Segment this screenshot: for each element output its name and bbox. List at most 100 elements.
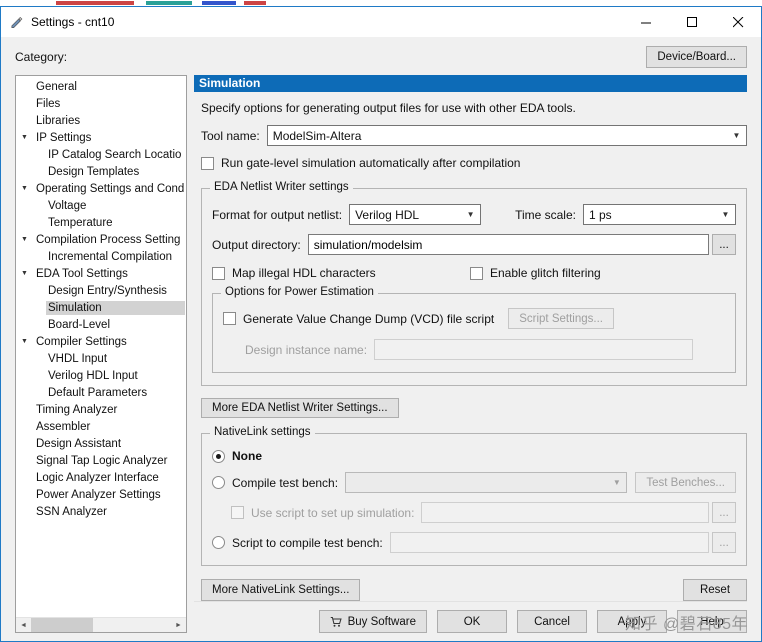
tree-expand-icon[interactable]: ▼ <box>21 270 34 277</box>
sidebar-item-temperature[interactable]: Temperature <box>17 214 185 231</box>
sidebar-item-design-entry-synthesis[interactable]: Design Entry/Synthesis <box>17 282 185 299</box>
sidebar-item-libraries[interactable]: Libraries <box>17 112 185 129</box>
output-directory-label: Output directory: <box>212 237 301 252</box>
script-compile-radio[interactable] <box>212 536 225 549</box>
sidebar-item-label: Design Assistant <box>36 437 122 450</box>
use-script-checkbox[interactable] <box>231 506 244 519</box>
sidebar-item-incremental-compilation[interactable]: Incremental Compilation <box>17 248 185 265</box>
minimize-icon <box>640 22 651 23</box>
tool-name-select[interactable]: ModelSim-Altera ▼ <box>266 125 747 146</box>
format-value: Verilog HDL <box>355 207 420 222</box>
script-compile-input[interactable] <box>389 532 709 553</box>
glitch-filtering-label: Enable glitch filtering <box>490 266 601 280</box>
test-benches-button[interactable]: Test Benches... <box>635 472 736 493</box>
scroll-right-icon[interactable]: ► <box>171 618 186 632</box>
category-tree: General Files Libraries ▼ IP Settings IP Cata… <box>17 78 185 616</box>
eda-netlist-group: EDA Netlist Writer settings Format for o… <box>201 181 747 386</box>
tree-expand-icon[interactable]: ▼ <box>21 338 34 345</box>
sidebar-item-design-templates[interactable]: Design Templates <box>17 163 185 180</box>
sidebar-item-board-level[interactable]: Board-Level <box>17 316 185 333</box>
help-button[interactable]: Help <box>677 610 747 633</box>
sidebar-item-label: Verilog HDL Input <box>48 369 138 382</box>
sidebar-item-timing-analyzer[interactable]: Timing Analyzer <box>17 401 185 418</box>
sidebar-item-design-assistant[interactable]: Design Assistant <box>17 435 185 452</box>
sidebar-item-ip-catalog-search-locatio[interactable]: IP Catalog Search Locatio <box>17 146 185 163</box>
sidebar-item-compilation-process-setting[interactable]: ▼ Compilation Process Setting <box>17 231 185 248</box>
sidebar-item-compiler-settings[interactable]: ▼ Compiler Settings <box>17 333 185 350</box>
sidebar-item-operating-settings-and-cond[interactable]: ▼ Operating Settings and Cond <box>17 180 185 197</box>
tree-expand-icon[interactable]: ▼ <box>21 134 34 141</box>
sidebar-item-label: Operating Settings and Cond <box>36 182 185 195</box>
app-icon <box>11 16 23 28</box>
sidebar-item-eda-tool-settings[interactable]: ▼ EDA Tool Settings <box>17 265 185 282</box>
chevron-down-icon: ▼ <box>721 210 730 219</box>
sidebar-item-label: Simulation <box>46 300 185 315</box>
sidebar-item-label: Temperature <box>48 216 113 229</box>
design-instance-input[interactable] <box>374 339 693 360</box>
minimize-button[interactable] <box>623 7 669 37</box>
reset-button[interactable]: Reset <box>683 579 747 601</box>
apply-button[interactable]: Apply <box>597 610 667 633</box>
script-compile-browse-button[interactable]: ... <box>712 532 736 553</box>
footer-buttons: Buy Software OK Cancel Apply Help <box>194 601 747 633</box>
vcd-checkbox[interactable] <box>223 312 236 325</box>
sidebar-item-vhdl-input[interactable]: VHDL Input <box>17 350 185 367</box>
sidebar-item-label: Compilation Process Setting <box>36 233 181 246</box>
tree-expand-icon[interactable]: ▼ <box>21 236 34 243</box>
maximize-button[interactable] <box>669 7 715 37</box>
power-estimation-group-title: Options for Power Estimation <box>221 286 378 298</box>
sidebar-item-logic-analyzer-interface[interactable]: Logic Analyzer Interface <box>17 469 185 486</box>
sidebar-item-files[interactable]: Files <box>17 95 185 112</box>
sidebar-item-default-parameters[interactable]: Default Parameters <box>17 384 185 401</box>
script-compile-row: Script to compile test bench: ... <box>212 532 736 553</box>
code-fragment <box>202 1 236 5</box>
script-settings-button[interactable]: Script Settings... <box>508 308 614 329</box>
close-button[interactable] <box>715 7 761 37</box>
map-illegal-checkbox[interactable] <box>212 266 225 280</box>
time-scale-select[interactable]: 1 ps ▼ <box>582 204 736 225</box>
compile-testbench-radio[interactable] <box>212 476 225 489</box>
buy-software-label: Buy Software <box>347 615 416 628</box>
sidebar-item-label: Board-Level <box>48 318 111 331</box>
compile-testbench-row: Compile test bench: ▼ Test Benches... <box>212 472 736 493</box>
device-board-button[interactable]: Device/Board... <box>646 46 747 68</box>
sidebar-item-label: SSN Analyzer <box>36 505 107 518</box>
format-row: Format for output netlist: Verilog HDL ▼… <box>212 204 736 225</box>
sidebar-item-verilog-hdl-input[interactable]: Verilog HDL Input <box>17 367 185 384</box>
sidebar-item-general[interactable]: General <box>17 78 185 95</box>
more-nativelink-settings-button[interactable]: More NativeLink Settings... <box>201 579 361 601</box>
ok-button[interactable]: OK <box>437 610 507 633</box>
more-eda-settings-button[interactable]: More EDA Netlist Writer Settings... <box>201 398 399 418</box>
output-directory-browse-button[interactable]: ... <box>712 234 736 255</box>
maximize-icon <box>686 16 697 27</box>
sidebar-item-ssn-analyzer[interactable]: SSN Analyzer <box>17 503 185 520</box>
format-select[interactable]: Verilog HDL ▼ <box>349 204 482 225</box>
testbench-select[interactable]: ▼ <box>345 472 628 493</box>
scroll-left-icon[interactable]: ◄ <box>16 618 31 632</box>
none-radio[interactable] <box>212 449 225 463</box>
sidebar-item-assembler[interactable]: Assembler <box>17 418 185 435</box>
scrollbar-thumb[interactable] <box>31 618 93 632</box>
sidebar-item-label: General <box>36 80 77 93</box>
sidebar-item-label: VHDL Input <box>48 352 108 365</box>
cancel-button[interactable]: Cancel <box>517 610 587 633</box>
buy-software-button[interactable]: Buy Software <box>318 610 427 633</box>
output-directory-input[interactable] <box>307 234 709 255</box>
settings-dialog: Settings - cnt10 Category: Device/Board.… <box>0 6 762 642</box>
sidebar-horizontal-scrollbar: ◄ ► <box>16 617 186 632</box>
sidebar-item-label: Incremental Compilation <box>48 250 173 263</box>
use-script-browse-button[interactable]: ... <box>712 502 736 523</box>
tree-expand-icon[interactable]: ▼ <box>21 185 34 192</box>
sidebar-item-simulation[interactable]: Simulation <box>17 299 185 316</box>
sidebar-item-signal-tap-logic-analyzer[interactable]: Signal Tap Logic Analyzer <box>17 452 185 469</box>
code-fragment <box>244 1 266 5</box>
sidebar-item-voltage[interactable]: Voltage <box>17 197 185 214</box>
run-gate-level-checkbox[interactable] <box>201 156 214 170</box>
use-script-input[interactable] <box>421 502 709 523</box>
sidebar-item-label: IP Catalog Search Locatio <box>48 148 182 161</box>
sidebar-item-power-analyzer-settings[interactable]: Power Analyzer Settings <box>17 486 185 503</box>
none-label: None <box>232 449 262 463</box>
sidebar-item-ip-settings[interactable]: ▼ IP Settings <box>17 129 185 146</box>
glitch-filtering-checkbox[interactable] <box>470 266 483 280</box>
script-compile-label: Script to compile test bench: <box>232 535 383 550</box>
